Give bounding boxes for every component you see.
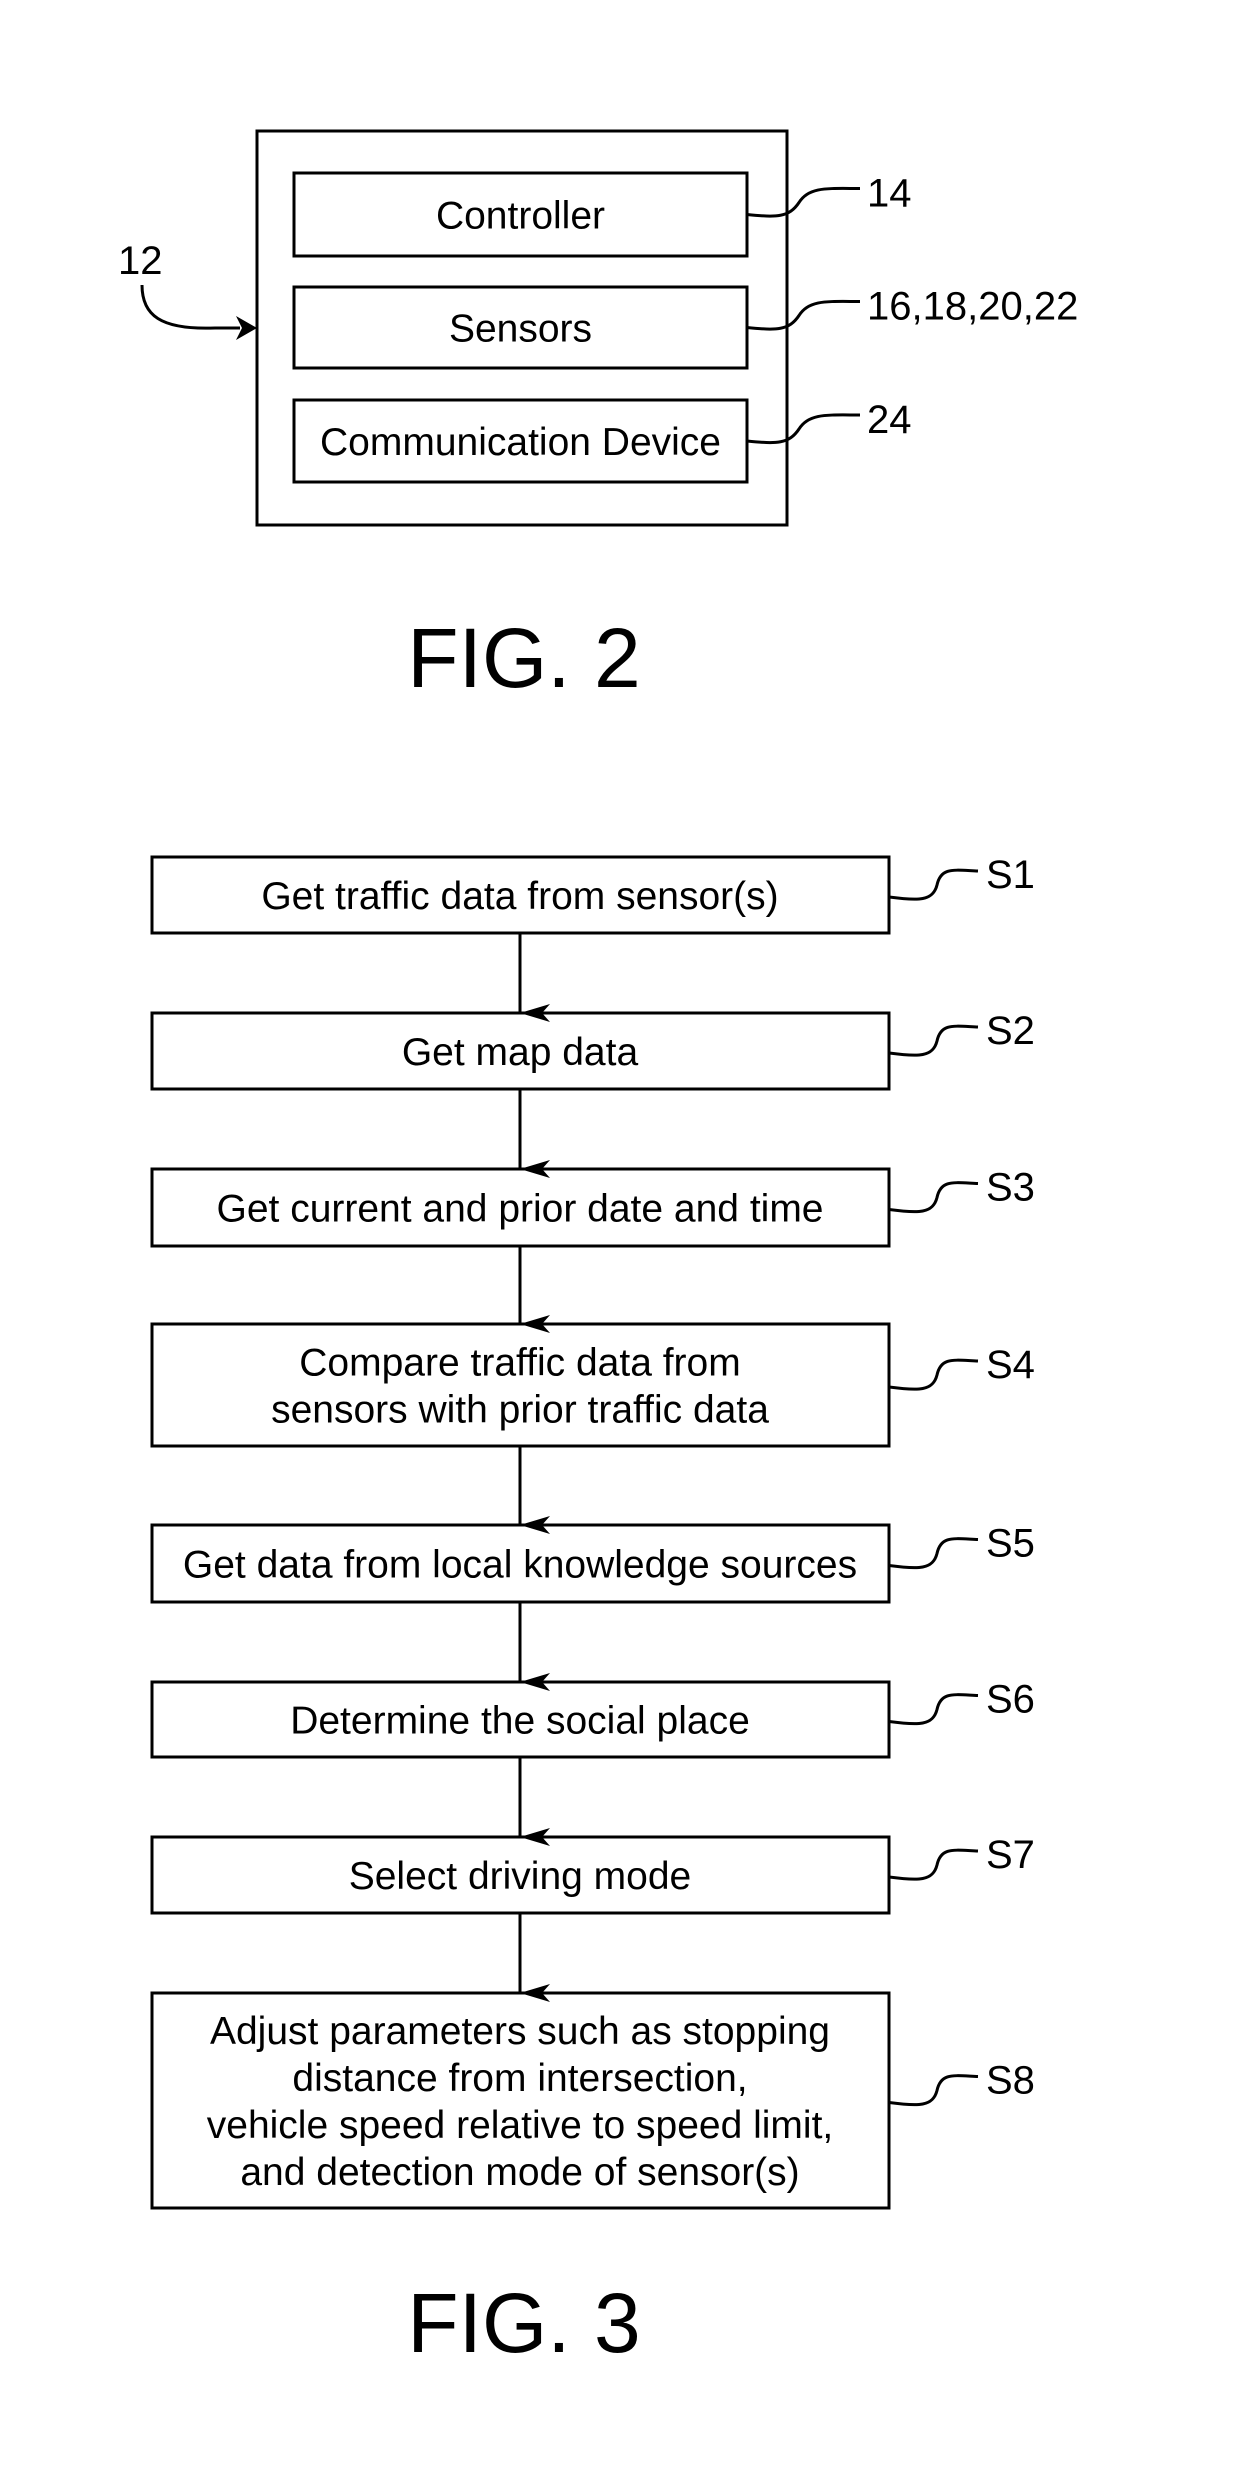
step-leader-line	[888, 1358, 979, 1391]
step-text-line: Select driving mode	[349, 1855, 692, 1898]
step-text-line: Compare traffic data from	[299, 1342, 740, 1385]
step-id-label: S3	[986, 1166, 1035, 1210]
step-s7: Select driving mode S7	[150, 1833, 1035, 1915]
step-text-line: sensors with prior traffic data	[271, 1389, 769, 1432]
step-text-line: Determine the social place	[290, 1700, 750, 1743]
component-controller: Controller 14	[292, 171, 912, 258]
component-sensors: Sensors 16,18,20,22	[292, 285, 1078, 370]
step-id-label: S8	[986, 2059, 1035, 2103]
step-leader-line	[888, 1537, 979, 1570]
step-text-line: Get current and prior date and time	[217, 1188, 824, 1231]
step-text-line: distance from intersection,	[292, 2057, 747, 2100]
step-id-label: S1	[986, 853, 1035, 897]
step-id-label: S2	[986, 1009, 1035, 1053]
step-leader-line	[888, 1024, 979, 1057]
system-ref-arrow	[140, 284, 240, 330]
figure-3-caption: FIG. 3	[407, 2276, 640, 2370]
step-id-label: S7	[986, 1833, 1035, 1877]
step-id-label: S4	[986, 1343, 1035, 1387]
component-label: Controller	[436, 195, 605, 238]
step-id-label: S6	[986, 1678, 1035, 1722]
step-s3: Get current and prior date and time S3	[150, 1166, 1035, 1248]
system-ref-label: 12	[118, 239, 163, 283]
figure-2-block-diagram: 12 Controller 14 Sensors 16,18,20,22 Communi…	[118, 129, 1078, 705]
step-s1: Get traffic data from sensor(s) S1	[150, 853, 1035, 935]
reference-numeral: 14	[867, 172, 912, 216]
step-text-line: Adjust parameters such as stopping	[210, 2010, 830, 2053]
step-s8: Adjust parameters such as stoppingdistan…	[150, 1991, 1035, 2210]
reference-numeral: 24	[867, 398, 912, 442]
step-s4: Compare traffic data fromsensors with pr…	[150, 1322, 1035, 1448]
step-s5: Get data from local knowledge sources S5	[150, 1522, 1035, 1604]
reference-numeral: 16,18,20,22	[867, 285, 1078, 329]
step-s2: Get map data S2	[150, 1009, 1035, 1091]
patent-drawing-sheet: 12 Controller 14 Sensors 16,18,20,22 Communi…	[118, 129, 1078, 2370]
component-communication-device: Communication Device 24	[292, 398, 912, 484]
component-label: Sensors	[449, 308, 592, 351]
step-text-line: vehicle speed relative to speed limit,	[207, 2104, 834, 2147]
figure-3-flowchart: Get traffic data from sensor(s) S1 Get map…	[150, 853, 1035, 2370]
figure-2-caption: FIG. 2	[407, 611, 640, 705]
step-text-line: and detection mode of sensor(s)	[240, 2151, 799, 2194]
step-text-line: Get data from local knowledge sources	[183, 1544, 857, 1587]
component-label: Communication Device	[320, 421, 721, 464]
step-leader-line	[888, 868, 979, 901]
step-leader-line	[888, 1181, 979, 1214]
step-text-line: Get traffic data from sensor(s)	[261, 875, 778, 918]
step-id-label: S5	[986, 1522, 1035, 1566]
step-leader-line	[888, 1693, 979, 1726]
step-s6: Determine the social place S6	[150, 1678, 1035, 1759]
step-text-line: Get map data	[402, 1031, 639, 1074]
step-leader-line	[888, 1848, 979, 1881]
step-leader-line	[888, 2074, 979, 2107]
